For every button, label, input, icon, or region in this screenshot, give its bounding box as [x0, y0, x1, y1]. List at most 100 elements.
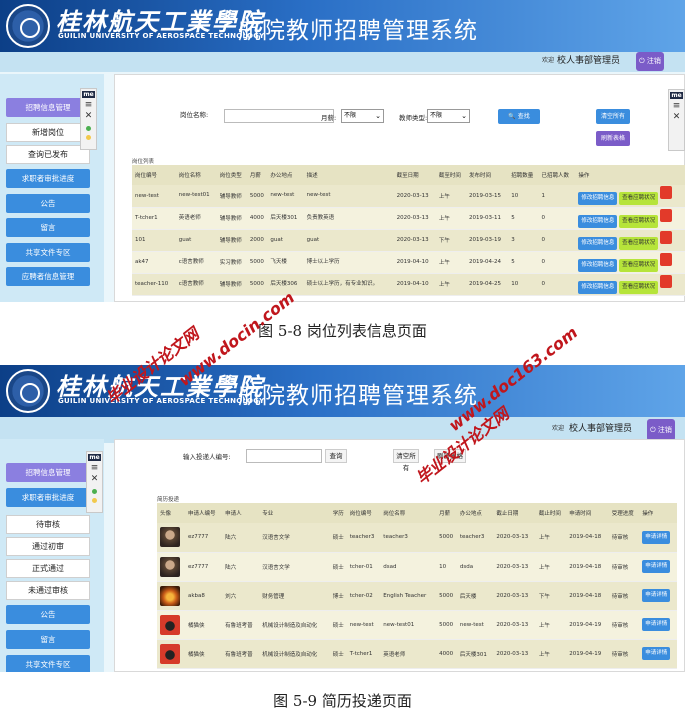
delete-post-button[interactable]: [659, 252, 672, 266]
cell-text: ez7777: [187, 534, 209, 541]
application-detail-button[interactable]: 申请详情: [642, 589, 671, 602]
cell-text: 4000: [249, 215, 264, 221]
applicant-id-input[interactable]: [246, 449, 322, 463]
logout-button[interactable]: ⏻ 注销: [636, 52, 664, 71]
view-applications-button[interactable]: 查看应聘状况: [619, 214, 659, 228]
table-cell: 2020-03-13: [393, 207, 436, 230]
cell-text: 2019-03-11: [469, 215, 502, 221]
nav-shared-files[interactable]: 共享文件专区: [6, 243, 90, 262]
nav-applicant-progress[interactable]: 求职者审批进度: [6, 488, 90, 507]
logout-button[interactable]: ⏻ 注销: [647, 419, 675, 441]
modify-post-button[interactable]: 修改招聘信息: [578, 280, 618, 294]
delete-post-button[interactable]: [659, 274, 672, 288]
table-cell: 2020-03-13: [493, 610, 536, 640]
nav-shared-files[interactable]: 共享文件专区: [6, 655, 90, 672]
cell-text: 3: [511, 237, 515, 243]
delete-post-button[interactable]: [659, 186, 672, 200]
modify-post-button[interactable]: 修改招聘信息: [578, 236, 618, 250]
nav-applicant-progress[interactable]: 求职者审批进度: [6, 169, 90, 188]
refresh-table-button[interactable]: 刷新表格: [434, 449, 466, 463]
nav-message[interactable]: 留言: [6, 218, 90, 237]
table-row: 橘猫侠 有鲁班考普 机械设计制造及自动化 硕士 T-tcher1 英语老师 4000 后天楼3…: [157, 639, 677, 669]
avatar: [160, 527, 180, 548]
nav-query-published[interactable]: 查询已发布: [6, 145, 90, 164]
cell-text: new-test01: [383, 621, 415, 628]
cell-text: tcher-01: [349, 563, 373, 570]
cell-text: 刘六: [225, 593, 237, 600]
table-cell: 辅导教师: [216, 229, 247, 252]
cell-text: 上午: [438, 282, 450, 288]
modify-post-button[interactable]: 修改招聘信息: [578, 258, 618, 272]
cell-text: 5000: [439, 621, 454, 628]
cell-text: akba8: [187, 592, 205, 599]
table-cell: 2019-04-18: [566, 523, 609, 553]
table-cell: 2019-04-10: [393, 273, 436, 296]
tools-icon[interactable]: ✕: [87, 474, 102, 485]
screenshot-job-list: 桂林航天工業學院 GUILIN UNIVERSITY OF AEROSPACE …: [0, 0, 685, 302]
nav-announcement[interactable]: 公告: [6, 605, 90, 624]
table-row: ez7777 陆六 汉语言文学 硕士 tcher-01 dsad 10 dsda 2020-03…: [157, 552, 677, 582]
table-cell: 5000: [436, 581, 457, 611]
system-title: 航院教师招聘管理系统: [238, 383, 478, 409]
application-detail-button[interactable]: 申请详情: [642, 647, 671, 660]
main-panel: 岗位名称: 月薪: 不限 ⌄ 教师类型: 不限 ⌄ 🔍 查找 清空所有 刷新表格 m…: [114, 74, 685, 302]
query-button[interactable]: 查询: [325, 449, 347, 463]
cell-text: tcher-02: [349, 592, 373, 599]
table-cell: T-tcher1: [346, 639, 381, 669]
menu-icon[interactable]: ≡: [669, 101, 684, 112]
cell-text: 机械设计制造及自动化: [262, 651, 318, 658]
cell-text: 辅导教师: [219, 238, 242, 244]
cell-text: c语言教师: [178, 280, 204, 287]
nav-not-passed[interactable]: 未通过审核: [6, 581, 90, 600]
cell-text: guat: [270, 236, 283, 243]
view-applications-button[interactable]: 查看应聘状况: [619, 258, 659, 272]
nav-recruitment-management[interactable]: 招聘信息管理: [6, 98, 90, 117]
nav-announcement[interactable]: 公告: [6, 194, 90, 213]
table-cell: English Teacher: [380, 581, 437, 611]
tools-icon[interactable]: ✕: [81, 111, 96, 122]
salary-select[interactable]: 不限 ⌄: [341, 109, 384, 123]
application-detail-button[interactable]: 申请详情: [642, 530, 671, 544]
cell-text: dsda: [459, 563, 474, 570]
table-cell: 2019-04-19: [566, 639, 609, 669]
nav-message[interactable]: 留言: [6, 630, 90, 649]
nav-pending[interactable]: 待审核: [6, 515, 90, 534]
nav-formally-passed[interactable]: 正式通过: [6, 559, 90, 578]
refresh-table-button[interactable]: 刷新表格: [596, 131, 630, 146]
clear-all-button[interactable]: 清空所有: [393, 449, 419, 472]
table-cell: ez7777: [184, 552, 223, 582]
cell-text: guat: [178, 236, 192, 243]
nav-applicant-info[interactable]: 应聘者信息管理: [6, 267, 90, 286]
tools-icon[interactable]: ✕: [669, 112, 684, 123]
view-applications-button[interactable]: 查看应聘状况: [619, 280, 659, 294]
table-cell: 硕士: [329, 523, 347, 553]
post-name-input[interactable]: [224, 109, 334, 123]
table-cell: 待审核: [608, 581, 640, 611]
column-header: 学历: [329, 503, 347, 523]
cell-text: 汉语言文学: [262, 564, 290, 571]
search-button[interactable]: 🔍 查找: [498, 109, 540, 124]
nav-add-post[interactable]: 新增岗位: [6, 123, 90, 142]
view-applications-button[interactable]: 查看应聘状况: [619, 192, 659, 206]
table-cell: 汉语言文学: [259, 552, 330, 582]
application-detail-button[interactable]: 申请详情: [642, 560, 671, 573]
cell-text: 4000: [439, 650, 454, 657]
cell-text: 上午: [538, 651, 550, 658]
menu-icon[interactable]: ≡: [87, 463, 102, 474]
teacher-type-select[interactable]: 不限 ⌄: [427, 109, 470, 123]
table-cell: 硕士: [329, 610, 347, 640]
clear-all-button[interactable]: 清空所有: [596, 109, 630, 124]
application-detail-button[interactable]: 申请详情: [642, 618, 671, 631]
table-cell: 待审核: [608, 610, 640, 640]
nav-recruitment-management[interactable]: 招聘信息管理: [6, 463, 90, 482]
delete-post-button[interactable]: [659, 208, 672, 222]
cell-text: 2019-04-10: [396, 281, 429, 287]
menu-icon[interactable]: ≡: [81, 100, 96, 111]
delete-post-button[interactable]: [659, 230, 672, 244]
modify-post-button[interactable]: 修改招聘信息: [578, 192, 618, 206]
nav-passed-first[interactable]: 通过初审: [6, 537, 90, 556]
table-cell: 待审核: [608, 523, 640, 553]
view-applications-button[interactable]: 查看应聘状况: [619, 236, 659, 250]
table-cell: 橘猫侠: [184, 610, 223, 640]
modify-post-button[interactable]: 修改招聘信息: [578, 214, 618, 228]
